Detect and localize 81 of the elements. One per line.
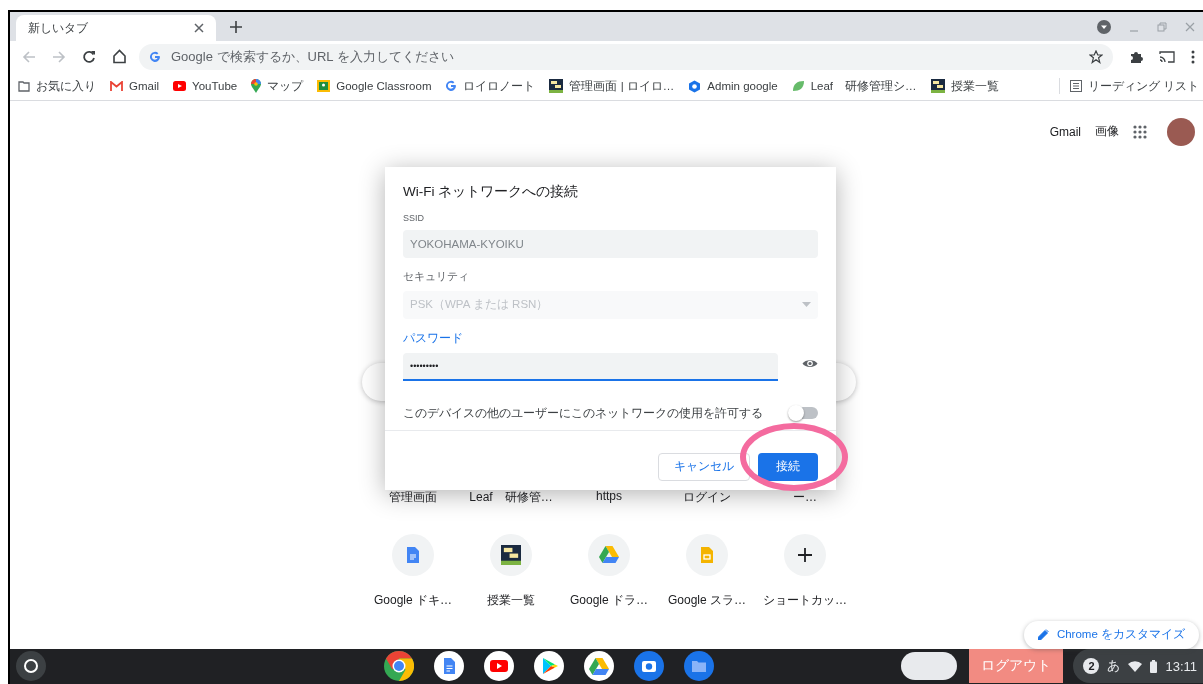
shortcut-label[interactable]: https: [560, 488, 658, 506]
bookmark-link[interactable]: YouTube: [173, 80, 238, 93]
camera-icon[interactable]: [633, 651, 664, 682]
board-thumbnail-icon: [501, 544, 521, 565]
board-thumbnail-icon: [549, 79, 564, 94]
triangle-logo-icon: [599, 546, 619, 564]
slides-icon: [701, 546, 713, 563]
classroom-icon: [317, 80, 331, 93]
shortcut-label[interactable]: ー…: [756, 488, 854, 506]
field-label: パスワード: [403, 330, 464, 346]
shortcut-label[interactable]: ログイン: [658, 488, 756, 506]
shortcut-tile[interactable]: 授業一覧: [462, 533, 560, 609]
list-icon: [1069, 80, 1082, 93]
toggle-switch[interactable]: [790, 407, 818, 420]
reading-list-button[interactable]: リーディング リスト: [1069, 78, 1199, 94]
bookmark-link[interactable]: お気に入り: [18, 78, 96, 94]
close-icon[interactable]: [194, 23, 204, 34]
notification-count: 2: [1083, 658, 1100, 675]
field-label: SSID: [403, 212, 425, 223]
header-link[interactable]: 画像: [1095, 123, 1119, 141]
battery-icon: [1150, 659, 1158, 673]
address-bar[interactable]: Google で検索するか、URL を入力してください: [139, 43, 1113, 70]
status-tray[interactable]: 2 あ 13:11: [1073, 649, 1203, 684]
input-method-label: あ: [1107, 657, 1121, 676]
board-thumbnail-icon: [930, 79, 945, 94]
chrome-icon[interactable]: [383, 651, 414, 682]
wifi-icon: [1128, 660, 1143, 672]
document-icon: [407, 546, 419, 563]
avatar[interactable]: [1167, 117, 1195, 146]
dialog-title: Wi-Fi ネットワークへの接続: [403, 182, 580, 201]
password-field[interactable]: •••••••••: [403, 352, 778, 381]
profile-menu-icon[interactable]: [1097, 19, 1111, 34]
folder-icon[interactable]: [683, 651, 714, 682]
document-icon[interactable]: [433, 651, 464, 682]
connect-button[interactable]: 接続: [758, 452, 818, 481]
hexagon-icon: [688, 79, 702, 93]
header-link[interactable]: Gmail: [1049, 124, 1081, 139]
bookmark-link[interactable]: 管理画面 | ロイロ…: [549, 78, 675, 94]
map-pin-icon: [251, 79, 262, 94]
play-icon[interactable]: [483, 651, 514, 682]
share-network-label: このデバイスの他のユーザーにこのネットワークの使用を許可する: [403, 404, 763, 422]
triangle-logo-icon[interactable]: [583, 651, 614, 682]
window-thumbnail[interactable]: [901, 652, 958, 681]
shortcut-tile[interactable]: Google スラ…: [658, 533, 756, 609]
shortcut-tile[interactable]: ショートカッ…: [756, 533, 854, 609]
launcher-button[interactable]: [16, 651, 46, 682]
apps-grid-icon[interactable]: [1133, 124, 1147, 139]
google-logo-icon: [149, 50, 161, 63]
cast-icon[interactable]: [1159, 49, 1175, 64]
new-tab-icon[interactable]: [230, 20, 242, 33]
customize-chrome-button[interactable]: Chrome をカスタマイズ: [1023, 620, 1199, 649]
plus-icon: [798, 547, 812, 562]
bookmark-link[interactable]: 授業一覧: [930, 78, 999, 94]
more-options-icon[interactable]: [1191, 49, 1195, 64]
shortcut-tile[interactable]: Google ドキ…: [364, 533, 462, 609]
folder-icon: [18, 80, 30, 92]
bookmark-link[interactable]: Leaf 研修管理シ…: [791, 78, 917, 94]
bookmark-link[interactable]: Google Classroom: [317, 80, 432, 93]
field-label: セキュリティ: [403, 269, 470, 284]
bookmark-link[interactable]: Gmail: [110, 80, 160, 93]
eye-icon[interactable]: [802, 357, 818, 369]
leaf-icon: [791, 80, 805, 93]
shortcut-label[interactable]: 管理画面: [364, 488, 462, 506]
google-logo-icon: [445, 80, 458, 93]
bookmark-link[interactable]: Admin google: [688, 79, 778, 93]
envelope-icon: [110, 81, 123, 92]
dropdown-arrow-icon: [802, 302, 811, 308]
bookmark-link[interactable]: マップ: [251, 78, 304, 94]
address-field[interactable]: Google で検索するか、URL を入力してください: [169, 48, 1081, 66]
home-icon[interactable]: [112, 49, 127, 65]
play-icon: [173, 81, 187, 92]
star-icon[interactable]: [1089, 49, 1103, 64]
reload-icon[interactable]: [82, 49, 96, 64]
puzzle-piece-icon[interactable]: [1129, 49, 1143, 64]
shortcut-label[interactable]: Leaf 研修管…: [462, 488, 560, 506]
bookmark-link[interactable]: ロイロノート: [445, 78, 536, 94]
browser-tab[interactable]: 新しいタブ: [16, 15, 216, 42]
pencil-icon: [1037, 629, 1049, 641]
shortcut-tile[interactable]: Google ドラ…: [560, 533, 658, 609]
clock-time: 13:11: [1165, 658, 1197, 674]
cancel-button[interactable]: キャンセル: [658, 452, 750, 481]
